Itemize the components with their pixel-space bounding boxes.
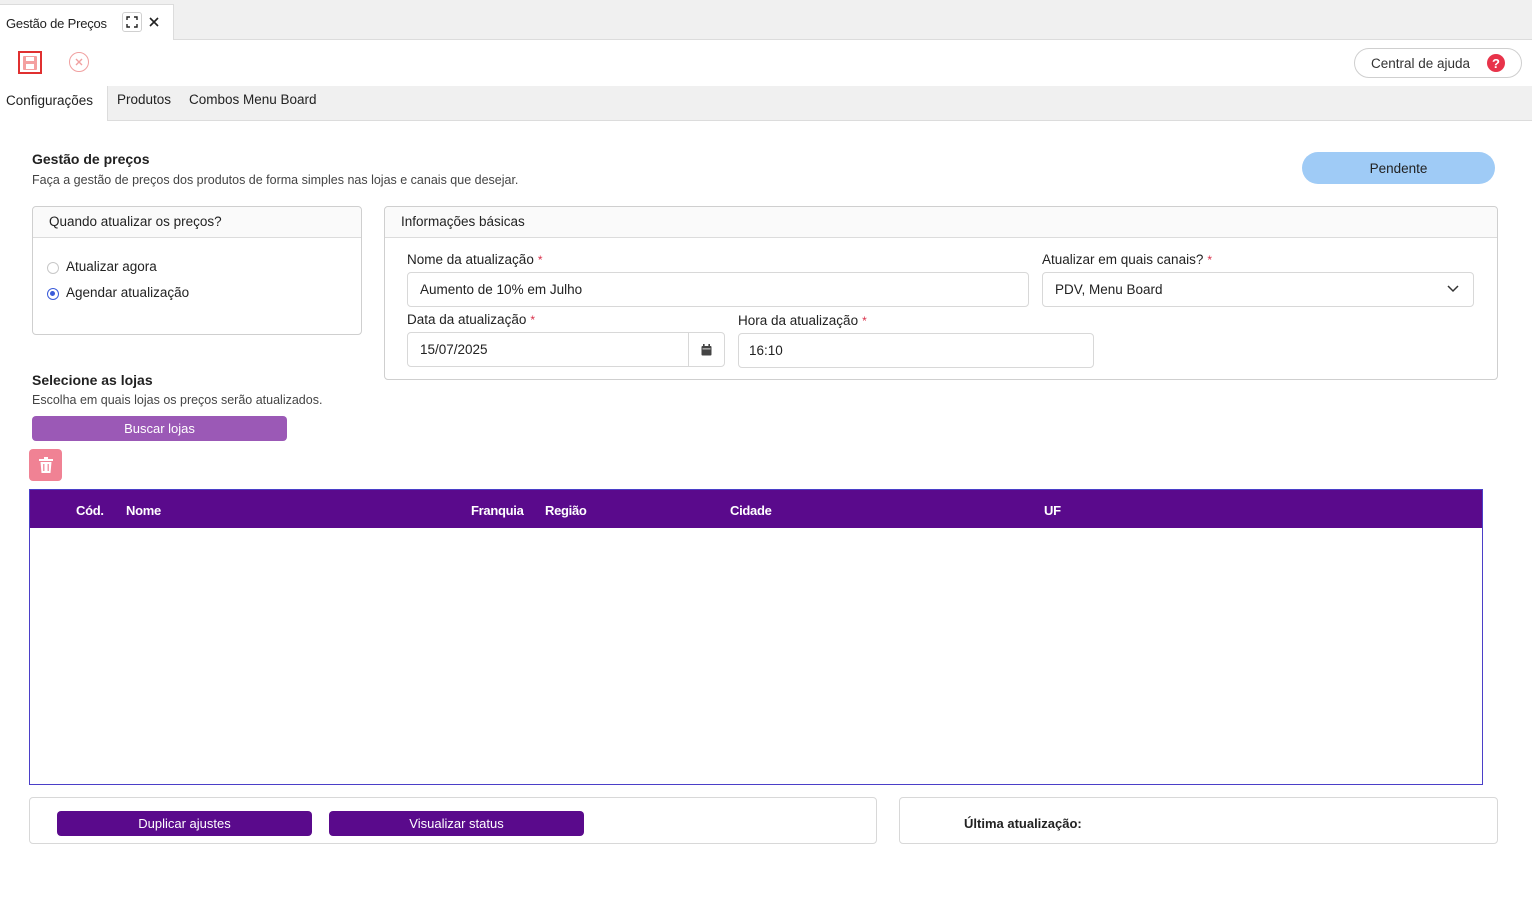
stores-title: Selecione as lojas bbox=[32, 372, 153, 388]
channels-label: Atualizar em quais canais? * bbox=[1042, 252, 1213, 267]
tab-produtos[interactable]: Produtos bbox=[117, 92, 171, 107]
column-header-nome[interactable]: Nome bbox=[126, 503, 161, 518]
page-title: Gestão de preços bbox=[32, 151, 150, 167]
trash-icon bbox=[38, 457, 53, 473]
floppy-disk-icon bbox=[23, 55, 37, 70]
tab-configuracoes[interactable]: Configurações bbox=[0, 86, 108, 121]
calendar-button[interactable] bbox=[688, 333, 724, 366]
required-mark: * bbox=[862, 314, 867, 328]
column-header-cidade[interactable]: Cidade bbox=[730, 503, 772, 518]
help-center-button[interactable]: Central de ajuda ? bbox=[1354, 48, 1522, 78]
status-badge[interactable]: Pendente bbox=[1302, 152, 1495, 184]
close-tab-icon[interactable] bbox=[144, 12, 164, 32]
table-header: Cód. Nome Franquia Região Cidade UF bbox=[30, 490, 1482, 528]
column-header-cod[interactable]: Cód. bbox=[76, 503, 104, 518]
calendar-icon bbox=[701, 343, 712, 355]
update-name-label: Nome da atualização * bbox=[407, 252, 543, 267]
window-tab-bar: Gestão de Preços bbox=[0, 0, 1532, 40]
delete-button[interactable] bbox=[29, 449, 62, 481]
stores-table: Cód. Nome Franquia Região Cidade UF bbox=[29, 489, 1483, 785]
required-mark: * bbox=[530, 313, 536, 327]
save-button[interactable] bbox=[18, 51, 42, 74]
maximize-icon[interactable] bbox=[122, 12, 142, 32]
radio-schedule-update[interactable]: Agendar atualização bbox=[47, 285, 189, 300]
when-update-panel-title: Quando atualizar os preços? bbox=[33, 207, 361, 238]
question-icon: ? bbox=[1487, 54, 1505, 72]
cancel-button[interactable] bbox=[69, 52, 89, 72]
help-center-label: Central de ajuda bbox=[1371, 55, 1471, 71]
update-date-value: 15/07/2025 bbox=[420, 342, 488, 357]
radio-button[interactable] bbox=[47, 261, 59, 274]
close-circle-icon bbox=[75, 58, 83, 66]
toolbar: Central de ajuda ? bbox=[0, 40, 1532, 86]
column-header-uf[interactable]: UF bbox=[1044, 503, 1061, 518]
page-subtitle: Faça a gestão de preços dos produtos de … bbox=[32, 173, 519, 187]
radio-label: Atualizar agora bbox=[66, 259, 157, 274]
update-name-input[interactable]: Aumento de 10% em Julho bbox=[407, 272, 1029, 307]
chevron-down-icon bbox=[1447, 285, 1459, 293]
view-status-button[interactable]: Visualizar status bbox=[329, 811, 584, 836]
required-mark: * bbox=[1207, 253, 1213, 267]
stores-subtitle: Escolha em quais lojas os preços serão a… bbox=[32, 393, 323, 407]
update-date-input[interactable]: 15/07/2025 bbox=[407, 332, 725, 367]
radio-label: Agendar atualização bbox=[66, 285, 190, 300]
update-date-label: Data da atualização * bbox=[407, 312, 536, 327]
basic-info-panel-title: Informações básicas bbox=[385, 207, 1497, 238]
required-mark: * bbox=[537, 253, 543, 267]
column-header-franquia[interactable]: Franquia bbox=[471, 503, 524, 518]
update-time-label: Hora da atualização * bbox=[738, 313, 867, 328]
channels-select[interactable]: PDV, Menu Board bbox=[1042, 272, 1474, 307]
basic-info-panel: Informações básicas Nome da atualização *… bbox=[384, 206, 1498, 380]
duplicate-settings-button[interactable]: Duplicar ajustes bbox=[57, 811, 312, 836]
last-update-label: Última atualização: bbox=[964, 816, 1082, 831]
radio-update-now[interactable]: Atualizar agora bbox=[47, 259, 157, 274]
section-tabs: Configurações Produtos Combos Menu Board bbox=[0, 86, 1532, 121]
channels-value: PDV, Menu Board bbox=[1055, 282, 1163, 297]
window-tab-gestao-precos[interactable]: Gestão de Preços bbox=[0, 4, 174, 40]
when-update-panel: Quando atualizar os preços? Atualizar ag… bbox=[32, 206, 362, 335]
search-stores-button[interactable]: Buscar lojas bbox=[32, 416, 287, 441]
update-time-input[interactable]: 16:10 bbox=[738, 333, 1094, 368]
radio-button-selected[interactable] bbox=[47, 287, 59, 300]
tab-combos-menu-board[interactable]: Combos Menu Board bbox=[189, 92, 317, 107]
last-update-panel: Última atualização: bbox=[899, 797, 1498, 844]
actions-panel: Duplicar ajustes Visualizar status bbox=[29, 797, 877, 844]
column-header-regiao[interactable]: Região bbox=[545, 503, 587, 518]
window-tab-title: Gestão de Preços bbox=[6, 16, 107, 31]
